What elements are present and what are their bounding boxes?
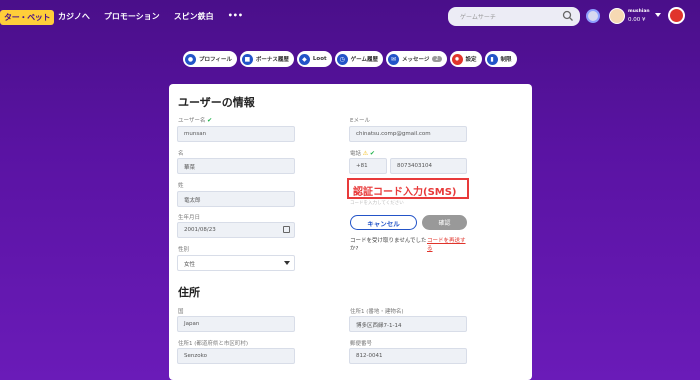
- sms-instruction: コードを入力してください: [350, 201, 404, 206]
- dob-field[interactable]: 2001/08/23: [177, 222, 295, 238]
- site-logo[interactable]: ター・ベット: [0, 9, 55, 25]
- address1-label: 住所1 (番地・建物名): [350, 309, 404, 315]
- search-input[interactable]: ゲームサーチ: [448, 7, 580, 26]
- clock-icon: ◷: [336, 53, 348, 65]
- nav-casino[interactable]: カジノへ: [58, 11, 90, 22]
- calendar-icon[interactable]: [283, 226, 290, 233]
- chevron-down-icon[interactable]: [284, 261, 290, 265]
- address-title: 住所: [178, 286, 200, 299]
- address1-field[interactable]: 博多区西縁7-1-14: [349, 316, 467, 332]
- logo-text: ター・ベット: [0, 9, 55, 25]
- phone-field[interactable]: 8073403104: [390, 158, 467, 174]
- phone-label: 電話 ⚠ ✔: [350, 150, 375, 157]
- main-nav: カジノへ プロモーション スピン鉄白 •••: [58, 11, 243, 22]
- user-info-title: ユーザーの情報: [178, 96, 255, 109]
- gender-label: 性別: [178, 247, 190, 253]
- gift-icon[interactable]: [668, 7, 685, 24]
- top-bar: ター・ベット カジノへ プロモーション スピン鉄白 ••• ゲームサーチ mus…: [0, 0, 700, 34]
- prefecture-field[interactable]: Senzoko: [177, 348, 295, 364]
- postal-field[interactable]: 812-0041: [349, 348, 467, 364]
- last-name-field[interactable]: 竜太郎: [177, 191, 295, 207]
- nav-promotions[interactable]: プロモーション: [104, 11, 160, 22]
- tab-label: 制限: [500, 57, 512, 63]
- postal-label: 郵便番号: [350, 341, 373, 347]
- prefecture-label: 住所1 (都道府県と市区町村): [178, 341, 249, 347]
- loot-icon: ◆: [298, 53, 310, 65]
- username-label: ユーザー名 ✔: [178, 117, 213, 124]
- support-icon[interactable]: [586, 9, 600, 23]
- tab-messages[interactable]: ✉ メッセージ 2: [385, 51, 447, 67]
- search-placeholder: ゲームサーチ: [460, 14, 496, 21]
- confirm-button[interactable]: 確認: [422, 215, 467, 230]
- country-label: 国: [178, 309, 184, 315]
- username-field[interactable]: munsan: [177, 126, 295, 142]
- user-name: mushian: [628, 9, 650, 14]
- tab-label: プロフィール: [199, 57, 232, 63]
- profile-tabs: ● プロフィール ■ ボーナス履歴 ◆ Loot ◷ ゲーム履歴 ✉ メッセージ 2 ✹ 設定…: [183, 51, 517, 67]
- dob-label: 生年月日: [178, 215, 201, 221]
- search-icon[interactable]: [562, 10, 574, 22]
- resend-code-link[interactable]: コードを再送する: [427, 237, 467, 253]
- tab-game-history[interactable]: ◷ ゲーム履歴: [334, 51, 383, 67]
- email-label: Eメール: [350, 118, 370, 124]
- gear-icon: ✹: [451, 53, 463, 65]
- sms-heading: 認証コード入力(SMS): [353, 187, 457, 198]
- first-name-field[interactable]: 華菜: [177, 158, 295, 174]
- user-balance: 0.00 ¥: [628, 17, 646, 23]
- gender-select[interactable]: 女性: [177, 255, 295, 271]
- gift-icon: ■: [241, 53, 253, 65]
- tab-loot[interactable]: ◆ Loot: [296, 51, 332, 67]
- country-field[interactable]: Japan: [177, 316, 295, 332]
- nav-spin[interactable]: スピン鉄白: [174, 11, 214, 22]
- resend-question: コードを受け取りませんでしたか?: [350, 238, 427, 252]
- check-icon: ✔: [207, 117, 213, 124]
- nav-more[interactable]: •••: [228, 11, 243, 22]
- last-name-label: 姓: [178, 183, 184, 189]
- cancel-button[interactable]: キャンセル: [350, 215, 417, 230]
- tab-label: メッセージ: [401, 57, 430, 63]
- tab-label: 設定: [465, 57, 477, 63]
- avatar[interactable]: [609, 8, 625, 24]
- sms-verification-overlay: 認証コード入力(SMS): [347, 178, 469, 199]
- chevron-down-icon[interactable]: [655, 13, 661, 17]
- message-count-badge: 2: [432, 56, 442, 62]
- tab-label: ゲーム履歴: [350, 57, 378, 63]
- user-icon: ●: [185, 53, 196, 65]
- first-name-label: 名: [178, 151, 184, 157]
- mail-icon: ✉: [387, 53, 399, 65]
- email-field[interactable]: chinatsu.comp@gmail.com: [349, 126, 467, 142]
- tab-limits[interactable]: ▮ 制限: [484, 51, 517, 67]
- tab-label: Loot: [312, 56, 327, 62]
- phone-code-field[interactable]: +81: [349, 158, 387, 174]
- tab-label: ボーナス履歴: [255, 57, 289, 63]
- warning-icon: ⚠: [362, 150, 369, 157]
- tab-bonus-history[interactable]: ■ ボーナス履歴: [239, 51, 294, 67]
- tab-settings[interactable]: ✹ 設定: [449, 51, 482, 67]
- tab-profile[interactable]: ● プロフィール: [183, 51, 237, 67]
- limit-icon: ▮: [486, 53, 498, 65]
- check-icon: ✔: [369, 150, 375, 157]
